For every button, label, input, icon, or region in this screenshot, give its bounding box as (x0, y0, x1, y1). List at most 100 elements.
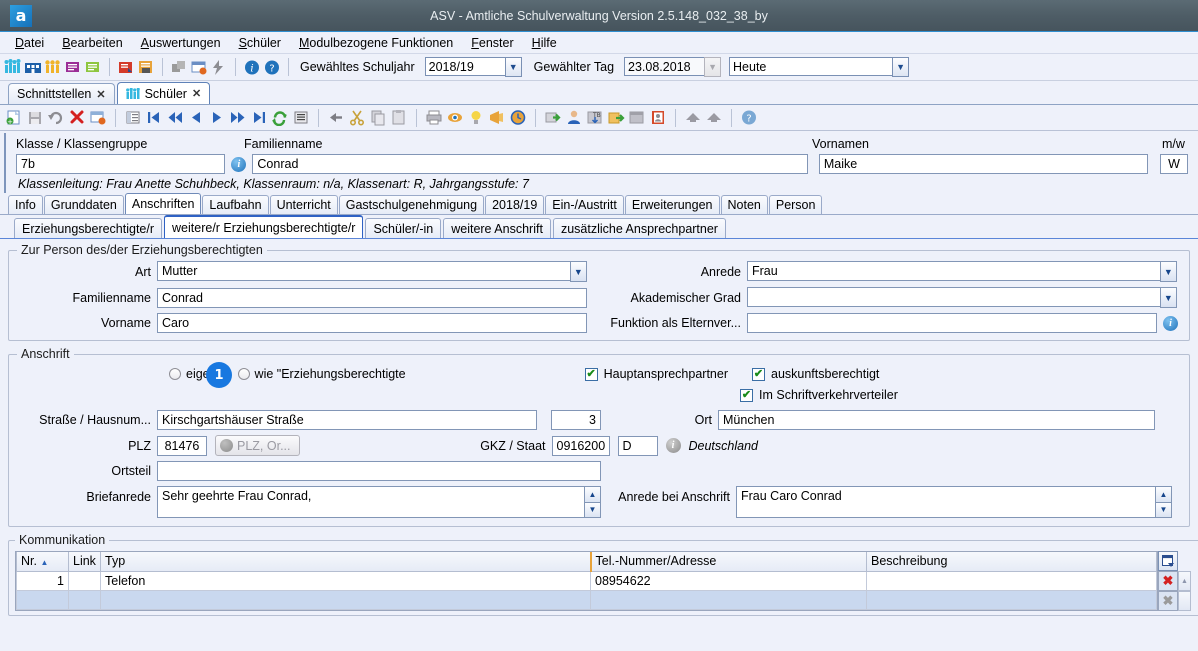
cut-icon[interactable] (348, 109, 366, 126)
checkbox-schriftverkehrverteiler[interactable]: ✔ (740, 388, 753, 402)
chevron-down-icon[interactable]: ▼ (892, 57, 910, 77)
list-view-icon[interactable] (124, 109, 142, 126)
gkz-input[interactable] (551, 435, 610, 456)
chevron-down-icon[interactable]: ▼ (1155, 501, 1172, 518)
tab-erweiterungen[interactable]: Erweiterungen (624, 195, 720, 214)
heute-input[interactable] (729, 57, 893, 76)
cell-beschreibung[interactable] (866, 589, 1157, 610)
modules-icon[interactable] (170, 59, 188, 76)
doctab-schueler[interactable]: Schüler ✕ (116, 82, 211, 104)
up-double-arrow-icon[interactable] (705, 109, 723, 126)
window-close-icon[interactable] (190, 59, 208, 76)
person-vorname-input[interactable] (157, 313, 587, 333)
subtab-erziehungsberechtigte[interactable]: Erziehungsberechtigte/r (14, 218, 163, 238)
paste-icon[interactable] (390, 109, 408, 126)
tab-ein-austritt[interactable]: Ein-/Austritt (545, 195, 624, 214)
col-nummer[interactable]: Tel.-Nummer/Adresse (589, 552, 867, 572)
list-icon[interactable] (292, 109, 310, 126)
akad-grad-combo[interactable]: ▼ (747, 287, 1177, 308)
last-record-icon[interactable] (250, 109, 268, 126)
anrede-input[interactable] (747, 261, 1160, 281)
report-green-icon[interactable] (84, 59, 102, 76)
briefanrede-input[interactable] (157, 486, 584, 518)
heute-combo[interactable]: ▼ (729, 57, 910, 77)
subtab-zusaetzliche-ansprechpartner[interactable]: zusätzliche Ansprechpartner (552, 218, 726, 238)
package-export-icon[interactable] (544, 109, 562, 126)
radio-eigene[interactable] (169, 368, 181, 380)
chevron-down-icon[interactable]: ▼ (1159, 287, 1177, 308)
cell-beschreibung[interactable] (866, 570, 1157, 591)
col-typ[interactable]: Typ (100, 552, 591, 572)
chevron-up-icon[interactable]: ▲ (584, 486, 601, 502)
help-icon[interactable]: ? (740, 109, 758, 126)
staat-input[interactable] (617, 435, 658, 456)
familienname-input[interactable] (252, 154, 808, 174)
tag-combo[interactable]: ▼ (624, 57, 722, 77)
briefanrede-spinner[interactable]: ▲ ▼ (584, 486, 601, 518)
menu-bearbeiten[interactable]: Bearbeiten (53, 34, 131, 52)
next-record-icon[interactable] (208, 109, 226, 126)
tab-person[interactable]: Person (768, 195, 823, 214)
tab-noten[interactable]: Noten (720, 195, 768, 214)
close-icon[interactable]: ✕ (192, 87, 201, 100)
person-blue-icon[interactable] (565, 109, 583, 126)
radio-wie-erziehungsberechtigte[interactable] (237, 368, 250, 380)
schuljahr-input[interactable] (424, 57, 505, 76)
help-icon[interactable]: ? (263, 59, 281, 76)
subtab-weitere-anschrift[interactable]: weitere Anschrift (443, 218, 551, 238)
cell-typ[interactable]: Telefon (100, 570, 591, 591)
refresh-icon[interactable] (271, 109, 289, 127)
print-icon[interactable] (425, 109, 443, 126)
address-book-icon[interactable] (649, 109, 667, 126)
first-record-icon[interactable] (145, 109, 163, 126)
subtab-schueler[interactable]: Schüler/-in (365, 218, 442, 238)
report-purple-icon[interactable] (64, 59, 82, 76)
new-icon[interactable]: + (5, 109, 23, 126)
tab-anschriften[interactable]: Anschriften (124, 193, 202, 214)
info-icon[interactable]: i (231, 156, 247, 172)
strasse-input[interactable] (157, 410, 537, 430)
copy-icon[interactable] (369, 109, 387, 126)
prev-page-icon[interactable] (166, 109, 184, 126)
table-row[interactable]: 1 Telefon 08954622 (16, 570, 1157, 591)
chevron-down-icon[interactable]: ▼ (569, 261, 587, 282)
tab-laufbahn[interactable]: Laufbahn (202, 195, 269, 214)
export-folder-icon[interactable] (607, 109, 625, 126)
tab-grunddaten[interactable]: Grunddaten (43, 195, 124, 214)
menu-modulbezogene-funktionen[interactable]: Modulbezogene Funktionen (290, 34, 462, 52)
book-red-icon[interactable] (117, 59, 135, 76)
cell-nummer[interactable]: 08954622 (590, 570, 867, 591)
teachers-icon[interactable] (44, 59, 62, 76)
scroll-up-icon[interactable]: ▲ (1178, 571, 1191, 591)
klasse-input[interactable] (16, 154, 226, 174)
hausnummer-input[interactable] (551, 410, 601, 430)
mw-input[interactable] (1160, 154, 1188, 174)
vornamen-input[interactable] (818, 154, 1148, 174)
prev-record-icon[interactable] (187, 109, 205, 126)
ort-input[interactable] (718, 410, 1155, 430)
menu-schueler[interactable]: Schüler (230, 34, 290, 52)
col-nr[interactable]: Nr. ▲ (16, 552, 69, 572)
tab-unterricht[interactable]: Unterricht (269, 195, 338, 214)
tab-schuljahr[interactable]: 2018/19 (485, 195, 545, 214)
preview-eye-icon[interactable] (446, 109, 464, 126)
window-gray-icon[interactable] (628, 109, 646, 126)
cell-nummer[interactable] (590, 589, 867, 610)
art-combo[interactable]: ▼ (157, 261, 587, 282)
tb-down-icon[interactable]: TB (586, 109, 604, 126)
back-arrow-icon[interactable] (327, 109, 345, 126)
book-print-icon[interactable] (137, 59, 155, 76)
checkbox-auskunftsberechtigt[interactable]: ✔ (752, 367, 765, 381)
checkbox-hauptansprechpartner[interactable]: ✔ (584, 367, 598, 381)
chevron-down-icon[interactable]: ▼ (584, 501, 601, 518)
person-familienname-input[interactable] (157, 287, 587, 308)
delete-icon[interactable] (68, 109, 86, 126)
info-icon[interactable]: i (243, 59, 261, 76)
menu-fenster[interactable]: Fenster (462, 34, 522, 52)
anrede-anschrift-spinner[interactable]: ▲ ▼ (1155, 486, 1172, 518)
school-building-icon[interactable] (24, 59, 42, 76)
close-icon[interactable]: ✕ (96, 88, 105, 101)
akad-grad-input[interactable] (747, 287, 1160, 307)
menu-datei[interactable]: Datei (6, 34, 53, 52)
table-row-empty[interactable] (16, 589, 1157, 610)
